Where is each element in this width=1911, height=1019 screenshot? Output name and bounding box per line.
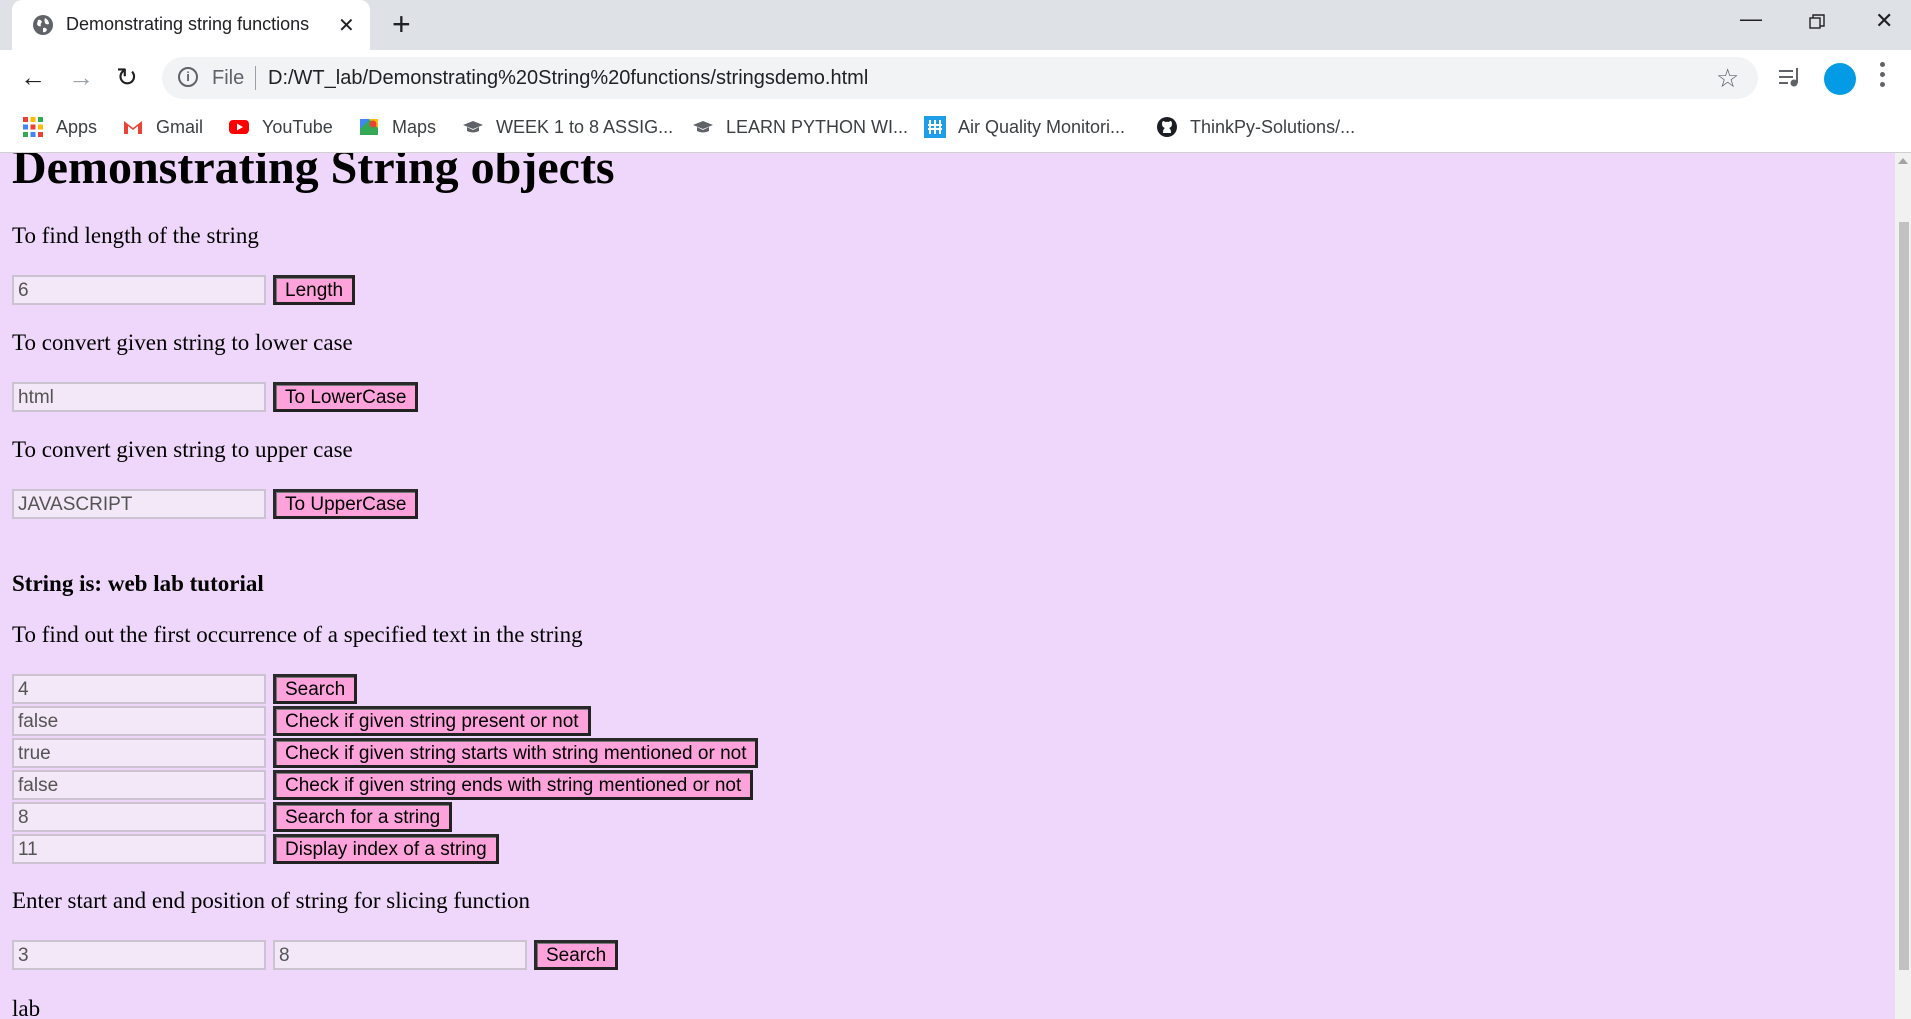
string-is-heading: String is: web lab tutorial [12, 571, 264, 596]
bookmark-week-assig[interactable]: WEEK 1 to 8 ASSIG... [462, 116, 673, 138]
bookmark-maps[interactable]: Maps [358, 116, 436, 138]
length-button[interactable]: Length [273, 275, 356, 305]
slicing-label: Enter start and end position of string f… [12, 888, 531, 913]
length-result-field[interactable]: 6 [12, 275, 266, 305]
media-control-icon[interactable] [1778, 67, 1802, 89]
more-options-icon[interactable] [1880, 62, 1886, 90]
bookmark-thinkpy[interactable]: ThinkPy-Solutions/... [1156, 116, 1355, 138]
new-tab-button[interactable]: + [392, 8, 411, 40]
bookmark-youtube[interactable]: YouTube [228, 116, 333, 138]
endswith-result-field[interactable]: false [12, 770, 266, 800]
bookmark-label: WEEK 1 to 8 ASSIG... [496, 116, 674, 137]
browser-tab[interactable]: Demonstrating string functions ✕ [12, 0, 370, 50]
url-text[interactable]: D:/WT_lab/Demonstrating%20String%20funct… [268, 67, 868, 90]
bookmark-label: LEARN PYTHON WI... [726, 116, 909, 137]
maps-icon [360, 119, 378, 135]
minimize-icon[interactable]: — [1740, 6, 1762, 32]
occurrence-label: To find out the first occurrence of a sp… [12, 622, 583, 647]
bookmark-air-quality[interactable]: Air Quality Monitori... [924, 116, 1125, 138]
to-lowercase-button[interactable]: To LowerCase [273, 382, 419, 412]
to-uppercase-button[interactable]: To UpperCase [273, 489, 419, 519]
url-scheme: File [212, 67, 245, 89]
lowercase-label: To convert given string to lower case [12, 330, 353, 355]
bookmark-apps[interactable]: Apps [22, 116, 97, 138]
back-arrow-icon[interactable]: ← [20, 62, 46, 92]
close-window-icon[interactable]: ✕ [1875, 8, 1893, 34]
slice-end-field[interactable]: 8 [273, 940, 527, 970]
lowercase-result-field[interactable]: html [12, 382, 266, 412]
bookmark-gmail[interactable]: Gmail [122, 116, 203, 138]
page-content: Demonstrating String objects To find len… [0, 153, 1895, 1019]
bookmark-label: ThinkPy-Solutions/... [1190, 116, 1356, 137]
check-starts-with-button[interactable]: Check if given string starts with string… [273, 738, 759, 768]
address-bar[interactable]: i File D:/WT_lab/Demonstrating%20String%… [162, 57, 1758, 99]
search-button[interactable]: Search [273, 674, 358, 704]
reload-icon[interactable]: ↻ [116, 62, 138, 92]
graduation-cap-icon [693, 121, 713, 133]
check-present-button[interactable]: Check if given string present or not [273, 706, 591, 736]
uppercase-label: To convert given string to upper case [12, 437, 353, 462]
youtube-icon [229, 120, 249, 134]
display-index-button[interactable]: Display index of a string [273, 834, 499, 864]
bookmark-label: Air Quality Monitori... [958, 116, 1126, 137]
apps-grid-icon [23, 117, 43, 137]
forward-arrow-icon[interactable]: → [68, 62, 94, 92]
length-label: To find length of the string [12, 223, 259, 248]
startswith-result-field[interactable]: true [12, 738, 266, 768]
browser-toolbar: ← → ↻ i File D:/WT_lab/Demonstrating%20S… [0, 50, 1911, 106]
index-result-field[interactable]: 11 [12, 834, 266, 864]
check-ends-with-button[interactable]: Check if given string ends with string m… [273, 770, 754, 800]
info-icon[interactable]: i [178, 67, 198, 87]
bookmark-learn-python[interactable]: LEARN PYTHON WI... [692, 116, 908, 138]
scrollbar-thumb[interactable] [1899, 222, 1909, 970]
bookmark-label: YouTube [262, 116, 333, 137]
page-heading: Demonstrating String objects [12, 153, 615, 194]
hackster-icon [924, 116, 946, 138]
github-icon [1157, 117, 1177, 137]
bookmark-label: Apps [56, 116, 98, 137]
uppercase-result-field[interactable]: JAVASCRIPT [12, 489, 266, 519]
slice-start-field[interactable]: 3 [12, 940, 266, 970]
slice-result-text: lab [12, 996, 41, 1019]
bookmark-label: Maps [392, 116, 437, 137]
tab-strip: Demonstrating string functions ✕ + — ✕ [0, 0, 1911, 50]
url-separator [255, 66, 256, 90]
bookmarks-bar: Apps Gmail YouTube Maps WEEK 1 to 8 ASSI… [0, 106, 1911, 153]
restore-icon[interactable] [1809, 14, 1825, 30]
graduation-cap-icon [463, 121, 483, 133]
profile-avatar[interactable] [1824, 63, 1856, 95]
bookmark-label: Gmail [156, 116, 204, 137]
search-for-string-button[interactable]: Search for a string [273, 802, 453, 832]
tab-title: Demonstrating string functions [66, 14, 310, 34]
includes-result-field[interactable]: false [12, 706, 266, 736]
scroll-up-arrow-icon[interactable] [1898, 158, 1908, 164]
slice-search-button[interactable]: Search [534, 940, 619, 970]
search-string-result-field[interactable]: 8 [12, 802, 266, 832]
gmail-icon [124, 121, 142, 134]
search-result-field[interactable]: 4 [12, 674, 266, 704]
bookmark-star-icon[interactable]: ☆ [1716, 63, 1739, 94]
globe-icon [33, 15, 53, 35]
close-tab-icon[interactable]: ✕ [338, 13, 355, 38]
